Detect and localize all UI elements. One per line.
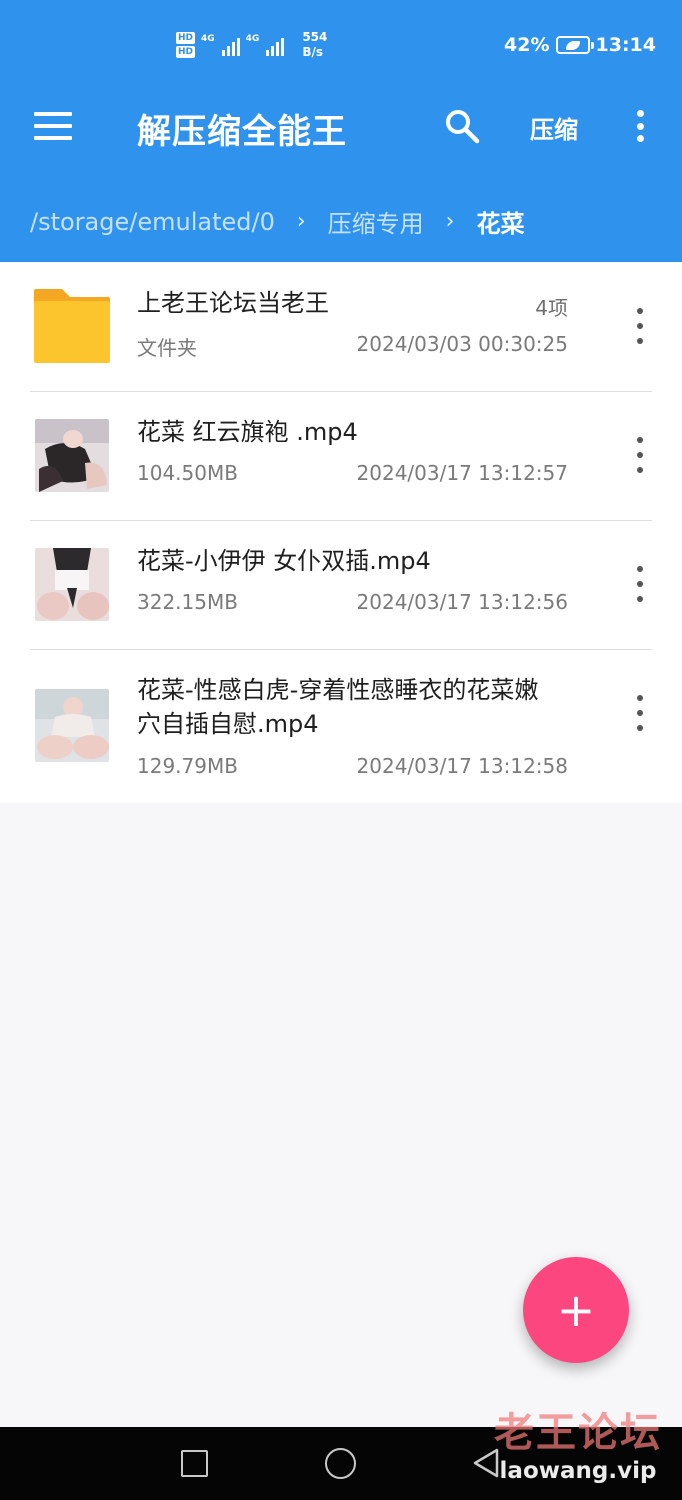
watermark: 老王论坛 laowang.vip: [494, 1410, 662, 1486]
more-vert-icon[interactable]: [632, 308, 648, 344]
more-vert-icon[interactable]: [632, 566, 648, 602]
network-speed: 554 B/s: [302, 30, 327, 60]
list-item-video[interactable]: 花菜-小伊伊 女仆双插.mp4 322.15MB 2024/03/17 13:1…: [0, 520, 682, 649]
app-title: 解压缩全能王: [137, 112, 347, 152]
watermark-text-cn: 老王论坛: [494, 1410, 662, 1456]
network-type-1: 4G: [201, 34, 215, 44]
file-name: 花菜-性感白虎-穿着性感睡衣的花菜嫩穴自插自慰.mp4: [137, 676, 539, 738]
chevron-right-icon: ›: [445, 209, 455, 234]
list-item-folder[interactable]: 上老王论坛当老王 4项 文件夹 2024/03/03 00:30:25: [0, 262, 682, 391]
list-item-video[interactable]: 花菜-性感白虎-穿着性感睡衣的花菜嫩穴自插自慰.mp4 129.79MB 202…: [0, 649, 682, 803]
speed-unit: B/s: [302, 45, 323, 59]
more-vert-icon[interactable]: [632, 437, 648, 473]
list-item-video[interactable]: 花菜 红云旗袍 .mp4 104.50MB 2024/03/17 13:12:5…: [0, 391, 682, 520]
breadcrumb-current[interactable]: 花菜: [476, 204, 524, 239]
hd-badge-1: HD: [176, 32, 196, 44]
signal-icon: [221, 34, 240, 56]
file-size: 104.50MB: [137, 461, 238, 485]
menu-icon[interactable]: [34, 112, 72, 140]
plus-icon: +: [556, 1283, 596, 1337]
video-thumbnail: [35, 419, 109, 492]
file-date: 2024/03/03 00:30:25: [356, 332, 568, 356]
item-count: 4项: [535, 296, 568, 320]
nav-home-icon[interactable]: [325, 1448, 356, 1479]
nav-recents-icon[interactable]: [181, 1450, 208, 1477]
app-bar: 解压缩全能王 压缩 /storage/emulated/0 › 压缩专用 › 花…: [0, 90, 682, 262]
hd-badge-2: HD: [176, 46, 196, 58]
file-date: 2024/03/17 13:12:56: [356, 590, 568, 614]
file-name: 花菜 红云旗袍 .mp4: [137, 418, 358, 446]
file-date: 2024/03/17 13:12:57: [356, 461, 568, 485]
video-thumbnail: [35, 689, 109, 762]
file-name: 上老王论坛当老王: [137, 289, 329, 317]
breadcrumb: /storage/emulated/0 › 压缩专用 › 花菜: [30, 204, 524, 239]
file-date: 2024/03/17 13:12:58: [356, 754, 568, 778]
more-vert-icon[interactable]: [632, 110, 648, 142]
network-type-2: 4G: [245, 34, 260, 44]
file-size: 322.15MB: [137, 590, 238, 614]
watermark-text-en: laowang.vip: [499, 1458, 657, 1484]
compress-button[interactable]: 压缩: [530, 110, 578, 145]
video-thumbnail: [35, 548, 109, 621]
signal-icon: [266, 34, 285, 56]
breadcrumb-root[interactable]: /storage/emulated/0: [30, 208, 275, 236]
add-fab-button[interactable]: +: [523, 1257, 629, 1363]
battery-icon: [555, 36, 594, 54]
speed-value: 554: [302, 30, 328, 44]
more-vert-icon[interactable]: [632, 695, 648, 731]
network-indicators: HD HD 4G 4G 554 B/s: [176, 30, 327, 60]
breadcrumb-folder[interactable]: 压缩专用: [328, 204, 424, 239]
file-type: 文件夹: [137, 336, 197, 360]
chevron-right-icon: ›: [296, 209, 306, 234]
file-name: 花菜-小伊伊 女仆双插.mp4: [137, 547, 431, 575]
battery-percent: 42%: [504, 34, 550, 56]
hd-badges: HD HD: [176, 32, 196, 58]
file-size: 129.79MB: [137, 754, 238, 778]
folder-icon: [34, 289, 110, 363]
clock: 13:14: [595, 34, 656, 56]
file-list: 上老王论坛当老王 4项 文件夹 2024/03/03 00:30:25 花菜 红…: [0, 262, 682, 803]
status-bar: HD HD 4G 4G 554 B/s 42% 13:14: [0, 0, 682, 90]
search-icon[interactable]: [444, 108, 480, 144]
status-right: 42% 13:14: [504, 34, 656, 56]
